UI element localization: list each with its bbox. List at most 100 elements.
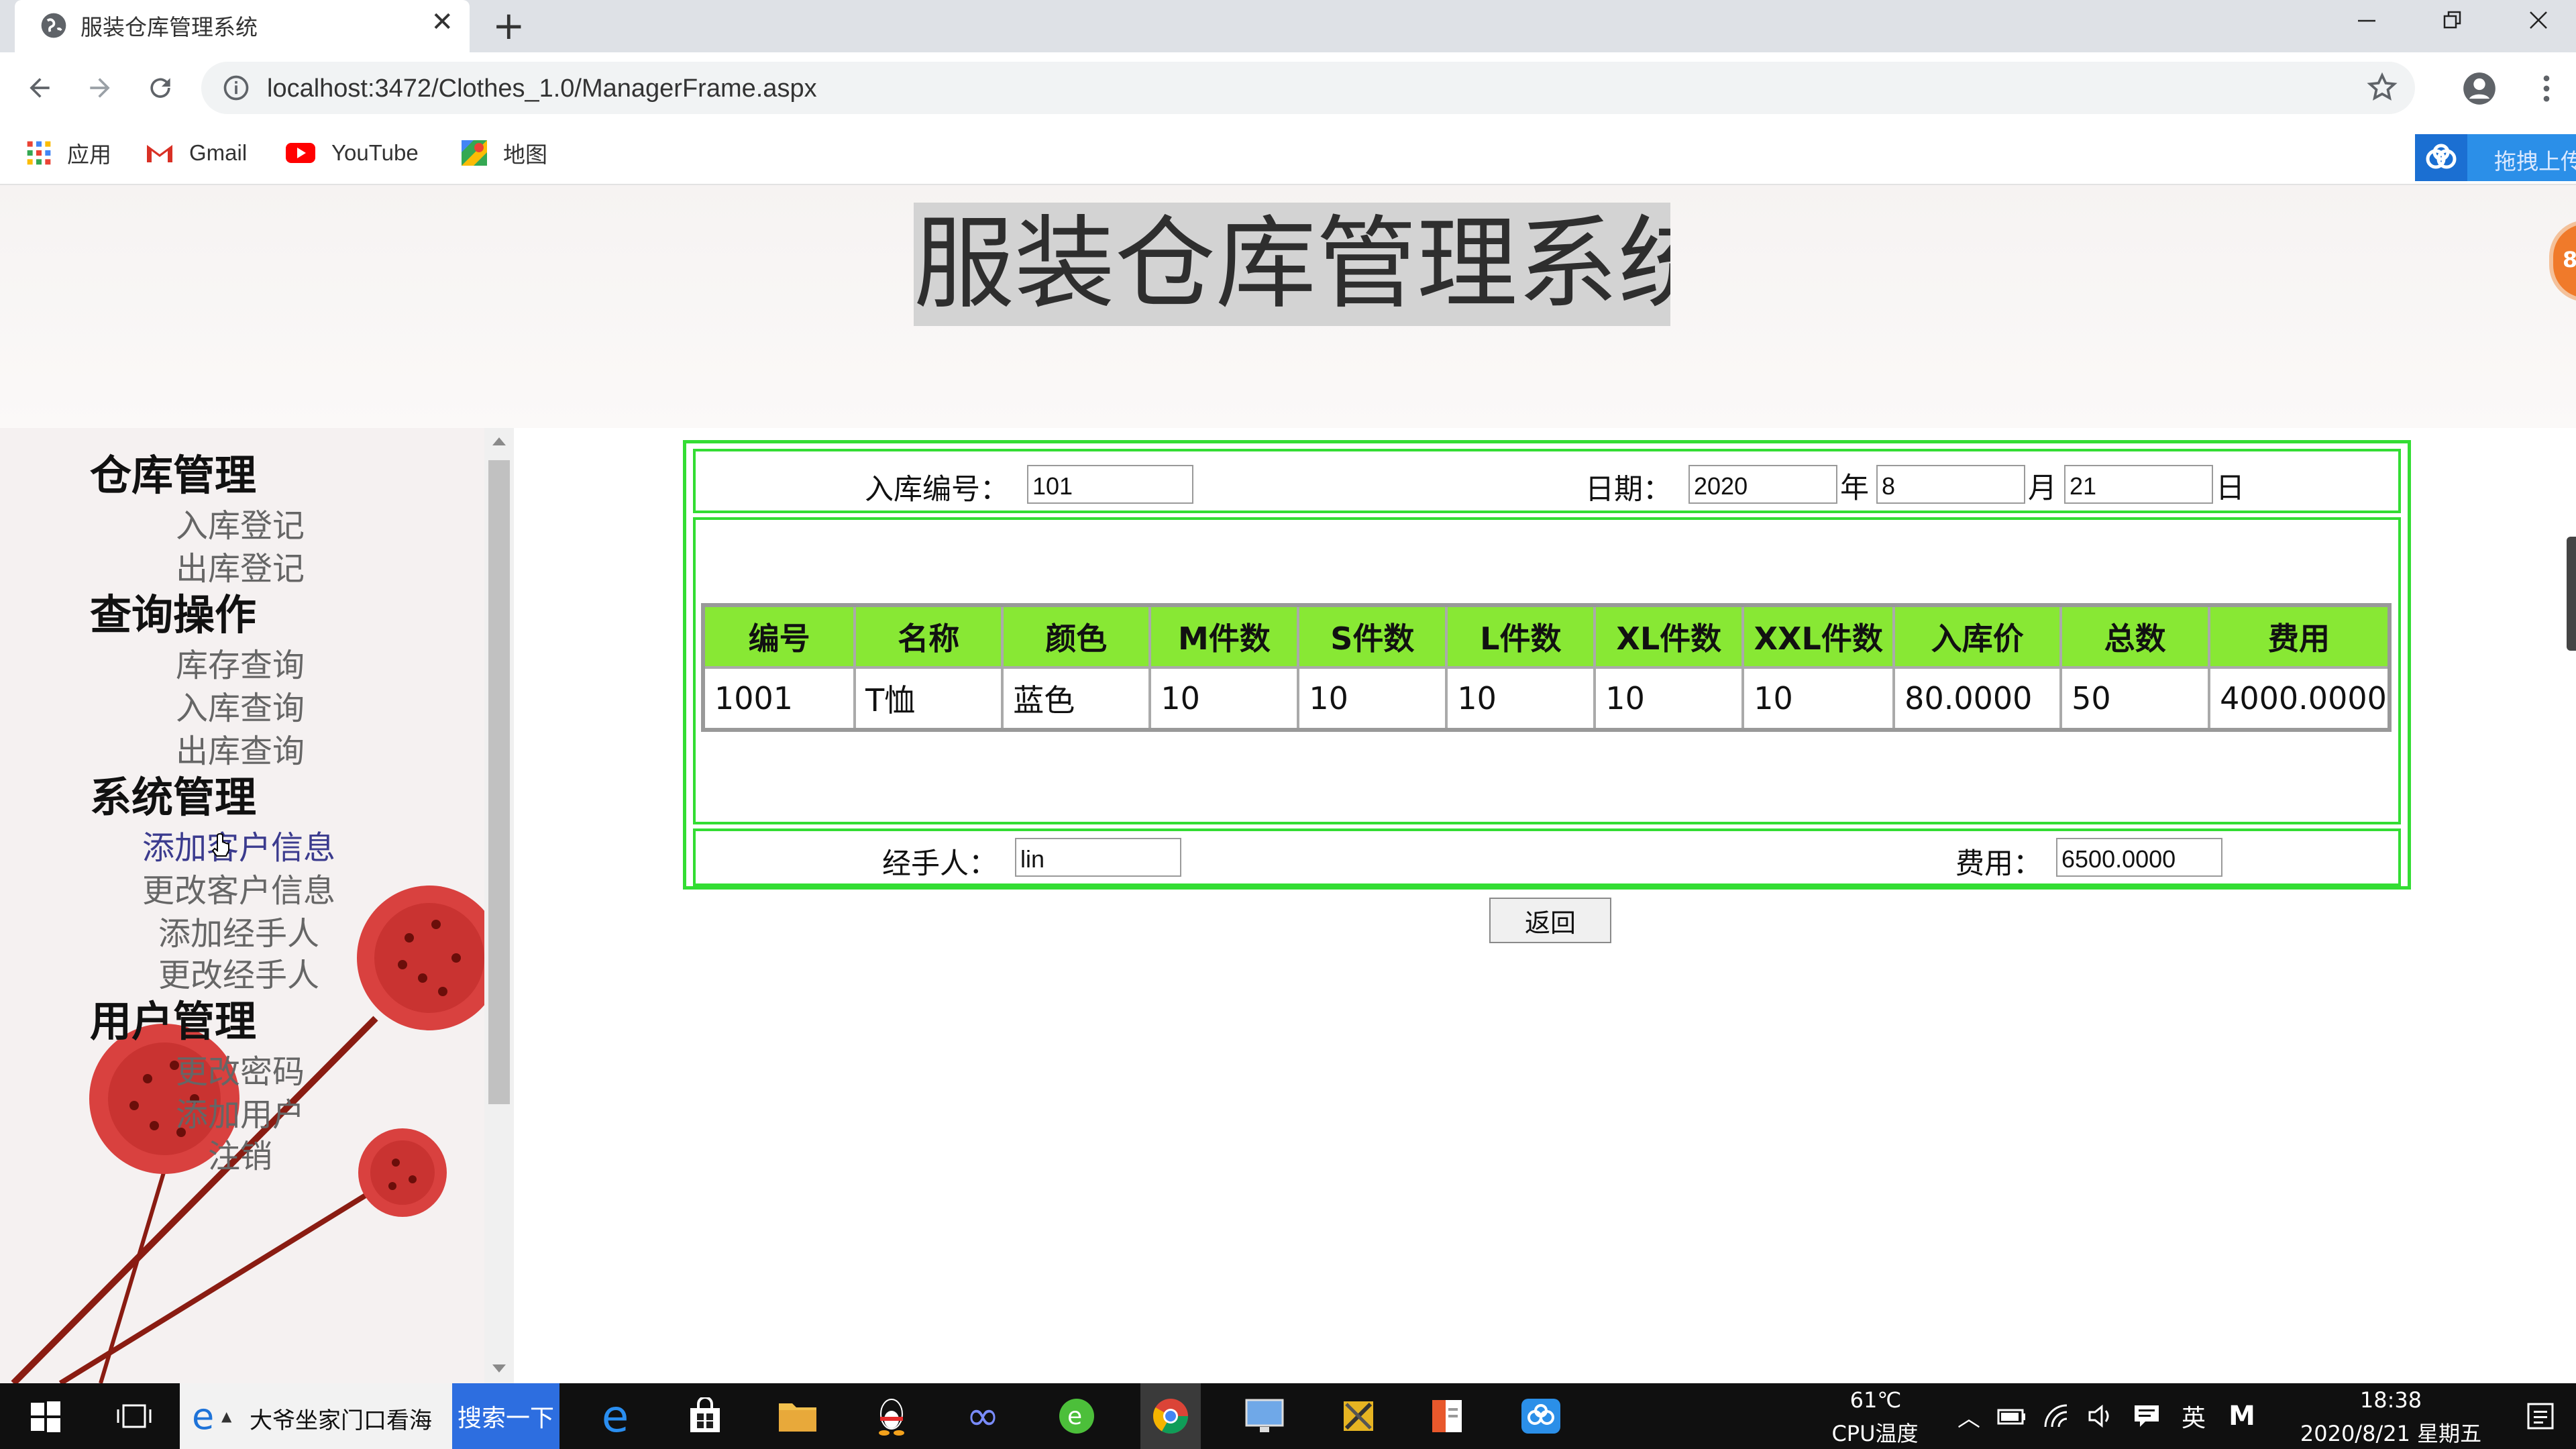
- cloud-icon: [2415, 134, 2467, 181]
- side-panel-handle[interactable]: [2567, 537, 2576, 651]
- column-header: 费用: [2208, 604, 2391, 669]
- browser-tab[interactable]: 服装仓库管理系统 ✕: [15, 0, 470, 52]
- back-nav-button[interactable]: [19, 67, 60, 109]
- column-header: M件数: [1148, 604, 1300, 669]
- handler-input[interactable]: [1015, 838, 1181, 877]
- column-header: S件数: [1297, 604, 1448, 669]
- column-header: L件数: [1445, 604, 1597, 669]
- address-bar[interactable]: localhost:3472/Clothes_1.0/ManagerFrame.…: [201, 62, 2415, 114]
- url-text[interactable]: localhost:3472/Clothes_1.0/ManagerFrame.…: [267, 74, 817, 103]
- reload-button[interactable]: [140, 67, 181, 109]
- scroll-down-arrow-icon[interactable]: [492, 1364, 506, 1373]
- nav-item-edit-customer[interactable]: 更改客户信息: [142, 864, 335, 911]
- floating-assistant-badge[interactable]: 83: [2549, 220, 2576, 302]
- tray-network[interactable]: [2039, 1383, 2076, 1449]
- profile-icon[interactable]: [2462, 71, 2497, 106]
- cost-label: 费用：: [1955, 847, 2042, 881]
- taskbar-edge[interactable]: e: [585, 1383, 645, 1449]
- receipt-no-input[interactable]: [1027, 465, 1193, 504]
- cpu-temperature-label: CPU温度: [1831, 1421, 1919, 1446]
- table-cell: 1001: [701, 666, 857, 731]
- bookmark-label: YouTube: [331, 140, 419, 165]
- taskbar-tools[interactable]: [1328, 1383, 1389, 1449]
- info-icon[interactable]: [221, 73, 251, 103]
- column-header: XXL件数: [1741, 604, 1896, 669]
- close-window-button[interactable]: [2501, 0, 2576, 40]
- handler-label: 经手人：: [882, 847, 998, 881]
- nav-item-add-customer[interactable]: 添加客户信息: [142, 821, 335, 868]
- bookmark-label: 应用: [67, 142, 111, 167]
- nav-item-add-user[interactable]: 添加用户: [176, 1088, 305, 1135]
- restore-button[interactable]: [2415, 0, 2490, 40]
- task-view-button[interactable]: [102, 1383, 166, 1449]
- nav-item-stock-in-query[interactable]: 入库查询: [176, 682, 305, 729]
- upload-extension-button[interactable]: 拖拽上传: [2415, 134, 2576, 181]
- taskbar-explorer[interactable]: [767, 1383, 828, 1449]
- nav-item-stock-in[interactable]: 入库登记: [176, 499, 305, 546]
- year-unit: 年: [1840, 472, 1869, 505]
- globe-icon: [41, 13, 66, 38]
- month-input[interactable]: [1876, 465, 2025, 504]
- nav-item-change-password[interactable]: 更改密码: [176, 1045, 305, 1092]
- taskbar-baidu-netdisk[interactable]: [1511, 1383, 1571, 1449]
- gmail-icon: [145, 141, 174, 165]
- svg-text:e: e: [1067, 1403, 1082, 1430]
- search-submit-button[interactable]: 搜索一下: [452, 1383, 559, 1449]
- taskbar-remote-desktop[interactable]: [1234, 1383, 1295, 1449]
- infinity-icon: ∞: [966, 1393, 1000, 1440]
- nav-item-logout[interactable]: 注销: [208, 1130, 272, 1177]
- clock-time[interactable]: 18:38: [2297, 1387, 2485, 1413]
- taskbar-chrome[interactable]: [1140, 1383, 1201, 1449]
- action-center-button[interactable]: [2517, 1383, 2564, 1449]
- start-button[interactable]: [13, 1383, 78, 1449]
- speaker-icon: [2088, 1404, 2109, 1428]
- nav-group-system: 系统管理: [90, 773, 257, 822]
- kebab-menu-icon[interactable]: [2529, 71, 2564, 106]
- cost-input[interactable]: [2056, 838, 2222, 877]
- table-cell: 10: [1297, 666, 1448, 731]
- back-button[interactable]: 返回: [1489, 898, 1611, 943]
- day-input[interactable]: [2064, 465, 2213, 504]
- taskbar-app-green[interactable]: e: [1046, 1383, 1107, 1449]
- nav-group-warehouse: 仓库管理: [90, 451, 257, 500]
- badge-count: 83: [2563, 247, 2576, 272]
- close-icon: [2530, 11, 2547, 29]
- table-cell: 50: [2059, 666, 2211, 731]
- scrollbar-thumb[interactable]: [488, 460, 510, 1104]
- bookmark-label: 地图: [503, 142, 547, 167]
- bookmark-gmail[interactable]: Gmail: [145, 137, 247, 169]
- bookmark-youtube[interactable]: YouTube: [284, 137, 419, 169]
- taskbar-qq[interactable]: [861, 1383, 922, 1449]
- nav-item-add-handler[interactable]: 添加经手人: [158, 907, 319, 954]
- column-header: 名称: [853, 604, 1004, 669]
- nav-item-inventory-query[interactable]: 库存查询: [176, 639, 305, 686]
- tray-messages[interactable]: [2127, 1383, 2167, 1449]
- sidebar-scrollbar[interactable]: [484, 428, 514, 1383]
- bookmark-apps[interactable]: 应用: [25, 137, 111, 169]
- minimize-button[interactable]: [2329, 0, 2404, 40]
- bookmark-star-icon[interactable]: [2365, 71, 2399, 105]
- ime-mode-toggle[interactable]: M: [2222, 1383, 2262, 1449]
- cloud-drive-icon: [1521, 1399, 1560, 1434]
- ime-language-toggle[interactable]: 英: [2174, 1383, 2214, 1449]
- new-tab-button[interactable]: +: [492, 3, 525, 48]
- page-header: 服装仓库管理系统 83: [0, 185, 2576, 428]
- taskbar-app-infinity[interactable]: ∞: [953, 1383, 1013, 1449]
- bookmark-maps[interactable]: 地图: [460, 137, 547, 169]
- tab-close-icon[interactable]: ✕: [431, 7, 453, 38]
- restore-icon: [2443, 11, 2461, 29]
- scroll-up-arrow-icon[interactable]: [492, 437, 506, 445]
- column-header: 颜色: [1001, 604, 1152, 669]
- year-input[interactable]: [1688, 465, 1837, 504]
- windows-logo-icon: [31, 1401, 60, 1432]
- taskbar-office[interactable]: [1417, 1383, 1477, 1449]
- tray-overflow-button[interactable]: ︿: [1951, 1383, 1987, 1449]
- tray-volume[interactable]: [2084, 1383, 2120, 1449]
- forward-nav-button[interactable]: [79, 67, 121, 109]
- taskbar-search-box[interactable]: e ▲ 大爷坐家门口看海: [180, 1383, 452, 1449]
- clock-date[interactable]: 2020/8/21 星期五: [2284, 1417, 2498, 1448]
- ie-icon: e ▲: [192, 1398, 232, 1436]
- tray-battery[interactable]: [1994, 1383, 2030, 1449]
- monitor-icon: [1245, 1399, 1284, 1432]
- taskbar-store[interactable]: [675, 1383, 735, 1449]
